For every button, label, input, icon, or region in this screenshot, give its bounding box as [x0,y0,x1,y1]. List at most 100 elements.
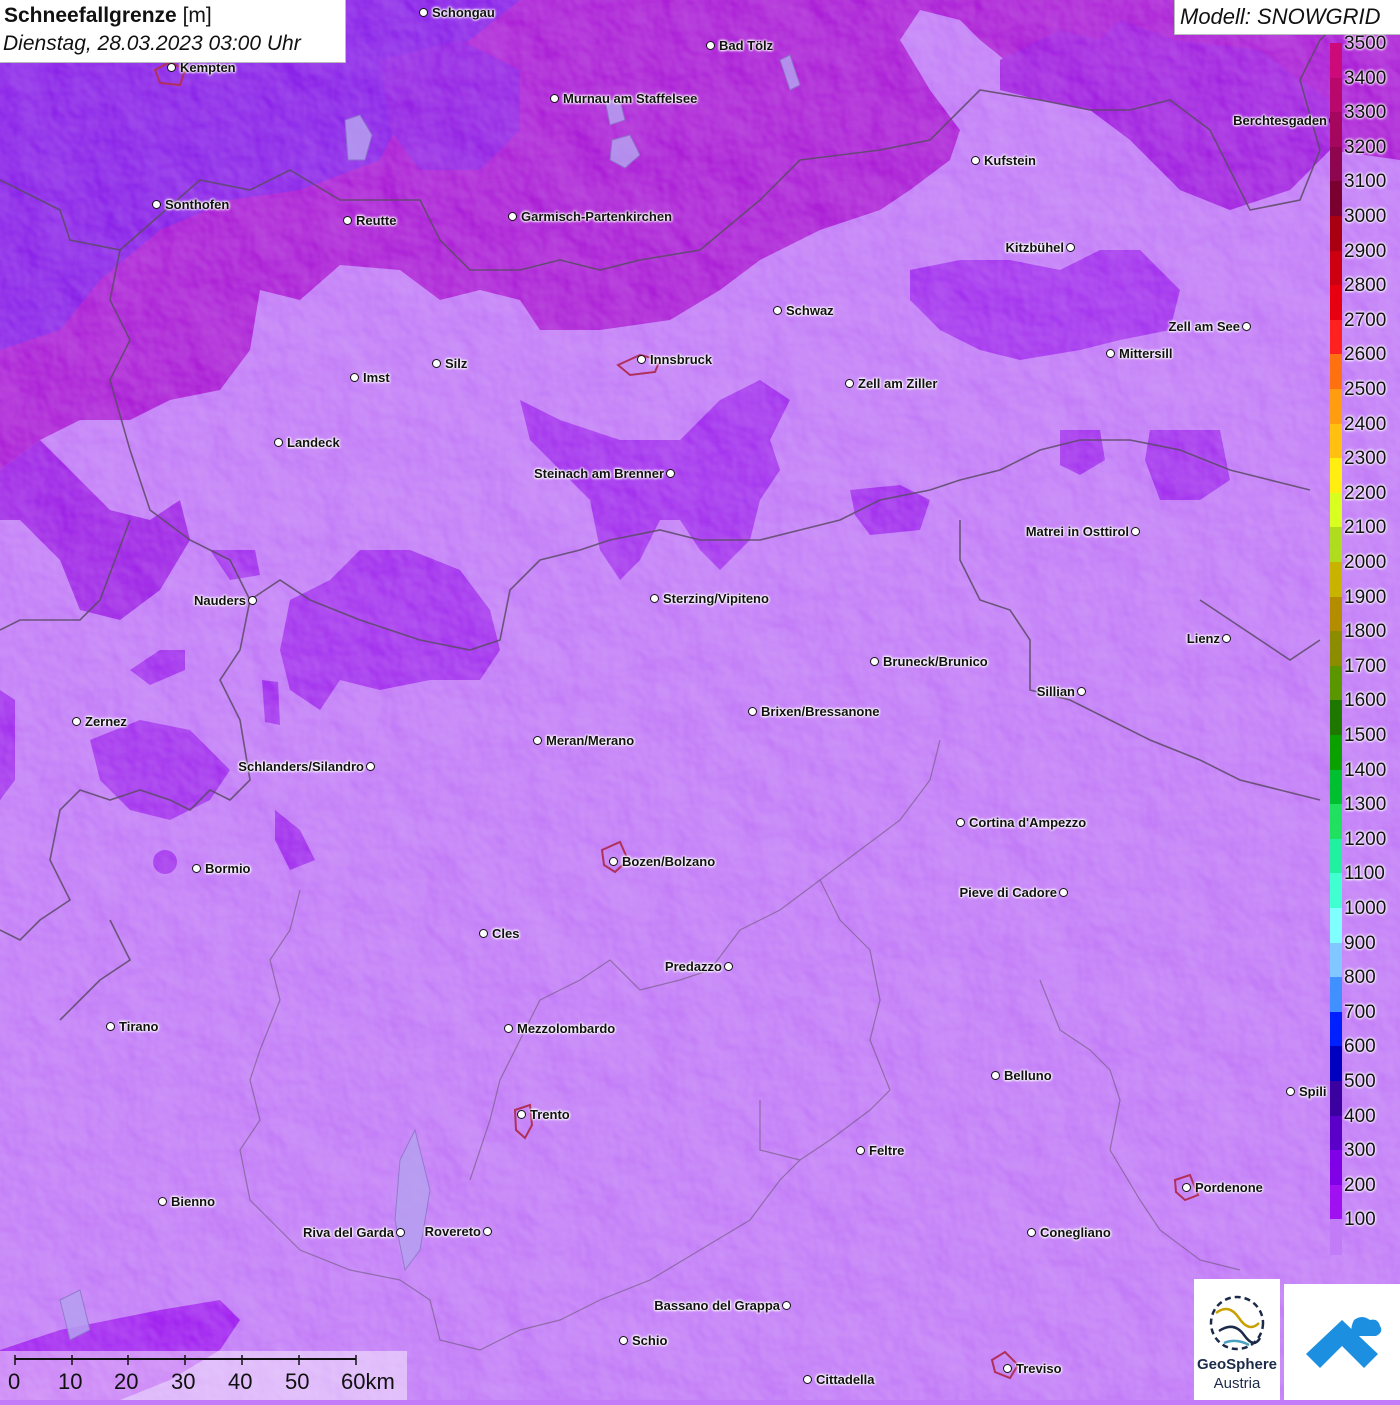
legend-tick-label: 1100 [1344,863,1385,885]
legend-tick-label: 200 [1344,1174,1376,1196]
scale-label: 20 [114,1369,139,1394]
legend-swatch [1330,1081,1342,1117]
city-label: Rovereto [424,1224,481,1239]
city-label: Predazzo [664,959,722,974]
model-label: Modell: SNOWGRID [1180,4,1381,29]
legend-swatch [1330,250,1342,287]
city-label: Berchtesgaden [1233,113,1327,128]
city-marker [773,306,782,315]
legend-swatch [1330,181,1342,217]
legend-swatch [1330,319,1342,356]
legend-tick-label: 2700 [1344,309,1387,331]
legend-tick-label: 900 [1344,932,1376,954]
city-label: Trento [530,1107,570,1122]
legend-tick-label: 1700 [1344,655,1387,677]
partner-logo [1284,1284,1400,1400]
city-label: Riva del Garda [302,1225,394,1240]
city-label: Sterzing/Vipiteno [663,591,769,606]
city-marker [724,962,733,971]
city-marker [845,379,854,388]
map-datetime: Dienstag, 28.03.2023 03:00 Uhr [3,32,301,55]
city-marker [1222,634,1231,643]
city-label: Belluno [1004,1068,1052,1083]
legend-tick-label: 800 [1344,967,1376,989]
legend-swatch [1330,1046,1342,1082]
city-label: Conegliano [1040,1225,1111,1240]
scale-label: 30 [171,1369,196,1394]
legend-tick-label: 100 [1344,1209,1376,1231]
city-marker [350,373,359,382]
city-marker [1286,1087,1295,1096]
legend-swatch [1330,527,1342,563]
city-marker [1242,322,1251,331]
geosphere-name: GeoSphere [1196,1356,1278,1373]
city-marker [366,762,375,771]
legend-tick-label: 3000 [1344,206,1387,227]
city-label: Bozen/Bolzano [622,854,716,869]
scale-label: 60km [341,1369,395,1394]
legend-tick-label: 1500 [1344,725,1387,746]
city-marker [533,736,542,745]
city-label: Bormio [205,861,251,876]
city-label: Steinach am Brenner [533,466,664,481]
legend-tick-label: 2600 [1344,344,1387,366]
legend-swatch [1330,1011,1342,1048]
legend-tick-label: 400 [1344,1105,1376,1127]
city-label: Zernez [85,714,127,729]
city-marker [517,1110,526,1119]
city-label: Tirano [119,1019,159,1034]
legend-swatch [1330,873,1342,909]
city-label: Cittadella [816,1372,875,1387]
city-marker [856,1146,865,1155]
scale-label: 40 [228,1369,253,1394]
legend-swatch [1330,43,1342,79]
legend-swatch [1330,216,1342,252]
legend-swatch [1330,631,1342,667]
title-unit: [m] [182,4,212,27]
city-marker [609,857,618,866]
city-marker [152,200,161,209]
legend-swatch [1330,1115,1342,1152]
city-marker [1066,243,1075,252]
city-marker [782,1301,791,1310]
legend-tick-label: 600 [1344,1036,1376,1058]
scale-label: 0 [8,1369,21,1394]
city-label: Schlanders/Silandro [238,759,364,774]
legend-tick-label: 1200 [1344,828,1387,850]
city-marker [1077,687,1086,696]
scale-label: 10 [58,1369,83,1394]
legend-swatch [1330,458,1342,494]
legend-swatch [1330,735,1342,771]
legend-tick-label: 3300 [1344,102,1387,124]
legend-tick-label: 1300 [1344,794,1387,816]
city-marker [650,594,659,603]
legend-tick-label: 2000 [1344,552,1387,573]
legend-swatch [1330,112,1342,148]
city-marker [971,156,980,165]
city-label: Bad Tölz [719,38,774,53]
city-marker [1059,888,1068,897]
city-label: Zell am See [1168,319,1240,334]
legend-swatch [1330,389,1342,425]
legend-swatch [1330,354,1342,390]
city-marker [550,94,559,103]
city-label: Nauders [193,593,246,608]
legend-swatch [1330,285,1342,321]
legend-tick-label: 3500 [1344,33,1387,54]
legend-tick-label: 3400 [1344,67,1387,89]
legend-tick-label: 2500 [1344,379,1387,400]
legend-swatch [1330,804,1342,840]
legend-tick-label: 3200 [1344,136,1387,158]
city-marker [343,216,352,225]
legend-tick-label: 1000 [1344,898,1387,919]
legend-swatch [1330,492,1342,529]
city-marker [706,41,715,50]
city-marker [479,929,488,938]
city-marker [1003,1364,1012,1373]
city-label: Sillian [1036,684,1075,699]
city-label: Silz [445,356,468,371]
city-label: Sonthofen [165,197,230,212]
legend-swatch [1330,908,1342,944]
legend-tick-label: 2400 [1344,413,1387,435]
city-label: Cortina d'Ampezzo [969,815,1087,830]
